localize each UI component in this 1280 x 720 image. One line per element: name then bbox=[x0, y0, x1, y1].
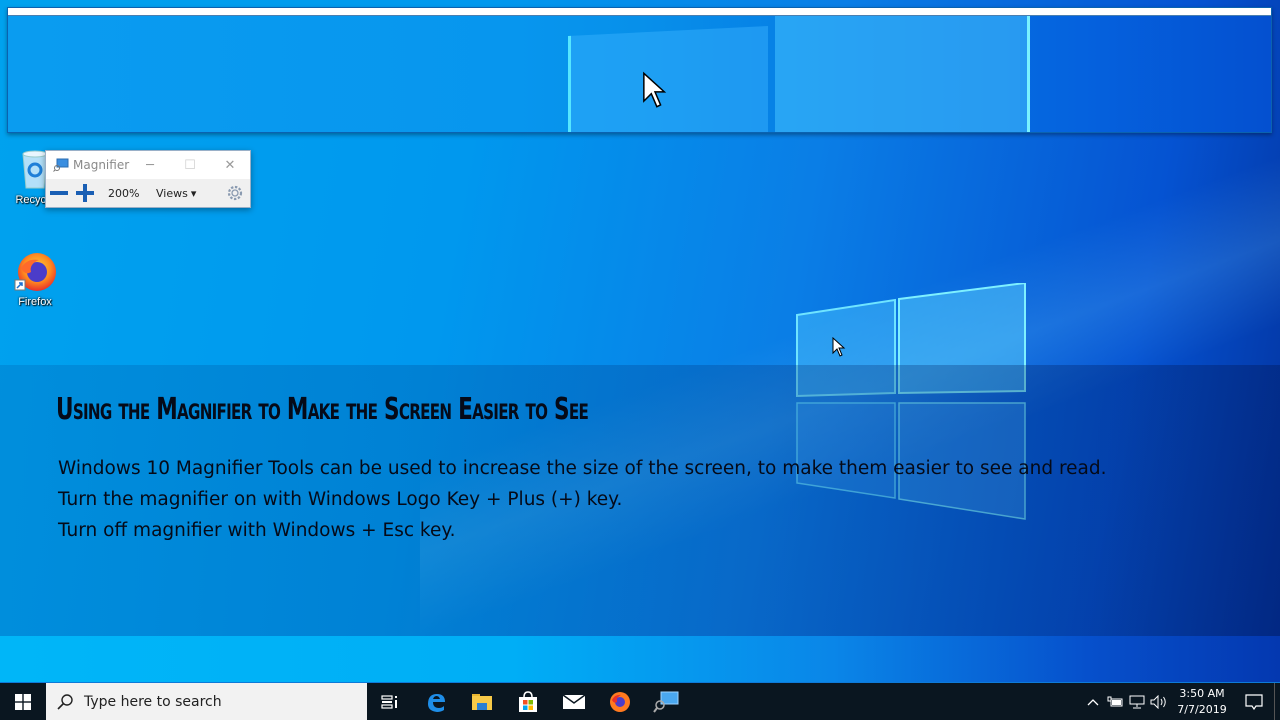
mail-icon bbox=[562, 693, 586, 709]
magnified-taskbar-edge bbox=[8, 8, 1271, 16]
battery-button[interactable] bbox=[1104, 683, 1126, 720]
clock[interactable]: 3:50 AM 7/7/2019 bbox=[1170, 686, 1234, 718]
search-icon bbox=[57, 693, 73, 710]
close-button[interactable]: ✕ bbox=[210, 151, 250, 179]
magnified-logo-pane-left bbox=[568, 26, 768, 132]
magnifier-titlebar[interactable]: Magnifier ─ ☐ ✕ bbox=[46, 151, 250, 179]
taskbar-mail[interactable] bbox=[551, 683, 597, 720]
magnifier-toolbar: 200% Views ▾ bbox=[46, 179, 250, 207]
views-label: Views bbox=[156, 186, 188, 200]
magnifier-lens-view bbox=[7, 7, 1272, 133]
clock-time: 3:50 AM bbox=[1179, 686, 1225, 700]
taskbar: Type here to search 3:50 AM 7/7/2019 bbox=[0, 682, 1280, 720]
network-button[interactable] bbox=[1126, 683, 1148, 720]
plus-icon bbox=[76, 184, 94, 202]
firefox-icon bbox=[610, 691, 630, 712]
chevron-down-icon: ▾ bbox=[190, 186, 197, 200]
desktop-icon-label: Firefox bbox=[18, 296, 52, 308]
taskbar-magnifier[interactable] bbox=[643, 683, 689, 720]
minus-icon bbox=[50, 191, 68, 195]
start-button[interactable] bbox=[0, 683, 46, 720]
notification-icon bbox=[1245, 693, 1263, 710]
taskbar-task-view[interactable] bbox=[367, 683, 413, 720]
minimize-button[interactable]: ─ bbox=[130, 151, 170, 179]
taskbar-file-explorer[interactable] bbox=[459, 683, 505, 720]
chevron-up-icon bbox=[1087, 698, 1099, 705]
network-icon bbox=[1129, 695, 1145, 708]
desktop-lower-area bbox=[0, 636, 1280, 682]
settings-button[interactable] bbox=[224, 182, 246, 204]
system-tray: 3:50 AM 7/7/2019 bbox=[1082, 682, 1280, 720]
battery-icon bbox=[1107, 696, 1123, 706]
firefox-icon bbox=[13, 250, 57, 294]
magnified-logo-pane-right bbox=[775, 16, 1030, 132]
windows-start-icon bbox=[15, 693, 31, 710]
task-view-icon bbox=[381, 694, 397, 709]
edge-icon bbox=[428, 693, 445, 712]
magnified-cursor bbox=[643, 71, 667, 108]
mouse-cursor bbox=[832, 337, 846, 357]
search-placeholder: Type here to search bbox=[84, 693, 222, 710]
taskbar-search-input[interactable]: Type here to search bbox=[46, 682, 367, 720]
folder-icon bbox=[472, 693, 492, 710]
desktop-icon-firefox[interactable]: Firefox bbox=[0, 250, 70, 308]
views-dropdown[interactable]: Views ▾ bbox=[156, 187, 196, 200]
tutorial-line: Turn the magnifier on with Windows Logo … bbox=[58, 489, 623, 510]
taskbar-edge[interactable] bbox=[413, 683, 459, 720]
taskbar-store[interactable] bbox=[505, 683, 551, 720]
show-hidden-icons-button[interactable] bbox=[1082, 683, 1104, 720]
tutorial-line: Turn off magnifier with Windows + Esc ke… bbox=[58, 520, 456, 541]
magnifier-title: Magnifier bbox=[73, 158, 130, 172]
show-desktop-button[interactable] bbox=[1274, 682, 1280, 720]
volume-button[interactable] bbox=[1148, 683, 1170, 720]
gear-icon bbox=[227, 185, 243, 201]
clock-date: 7/7/2019 bbox=[1177, 702, 1227, 716]
taskbar-firefox[interactable] bbox=[597, 683, 643, 720]
action-center-button[interactable] bbox=[1234, 683, 1274, 720]
store-icon bbox=[519, 690, 537, 712]
zoom-level: 200% bbox=[108, 186, 140, 200]
tutorial-body: Windows 10 Magnifier Tools can be used t… bbox=[58, 453, 1106, 546]
magnifier-window: Magnifier ─ ☐ ✕ 200% Views ▾ bbox=[45, 150, 251, 208]
zoom-in-button[interactable] bbox=[72, 180, 98, 206]
maximize-button[interactable]: ☐ bbox=[170, 151, 210, 179]
magnifier-app-icon bbox=[53, 158, 69, 172]
speaker-icon bbox=[1150, 694, 1166, 709]
tutorial-line: Windows 10 Magnifier Tools can be used t… bbox=[58, 458, 1107, 479]
magnifier-icon bbox=[653, 691, 679, 713]
tutorial-title: Using the Magnifier to Make the Screen E… bbox=[56, 392, 589, 427]
zoom-out-button[interactable] bbox=[46, 180, 72, 206]
